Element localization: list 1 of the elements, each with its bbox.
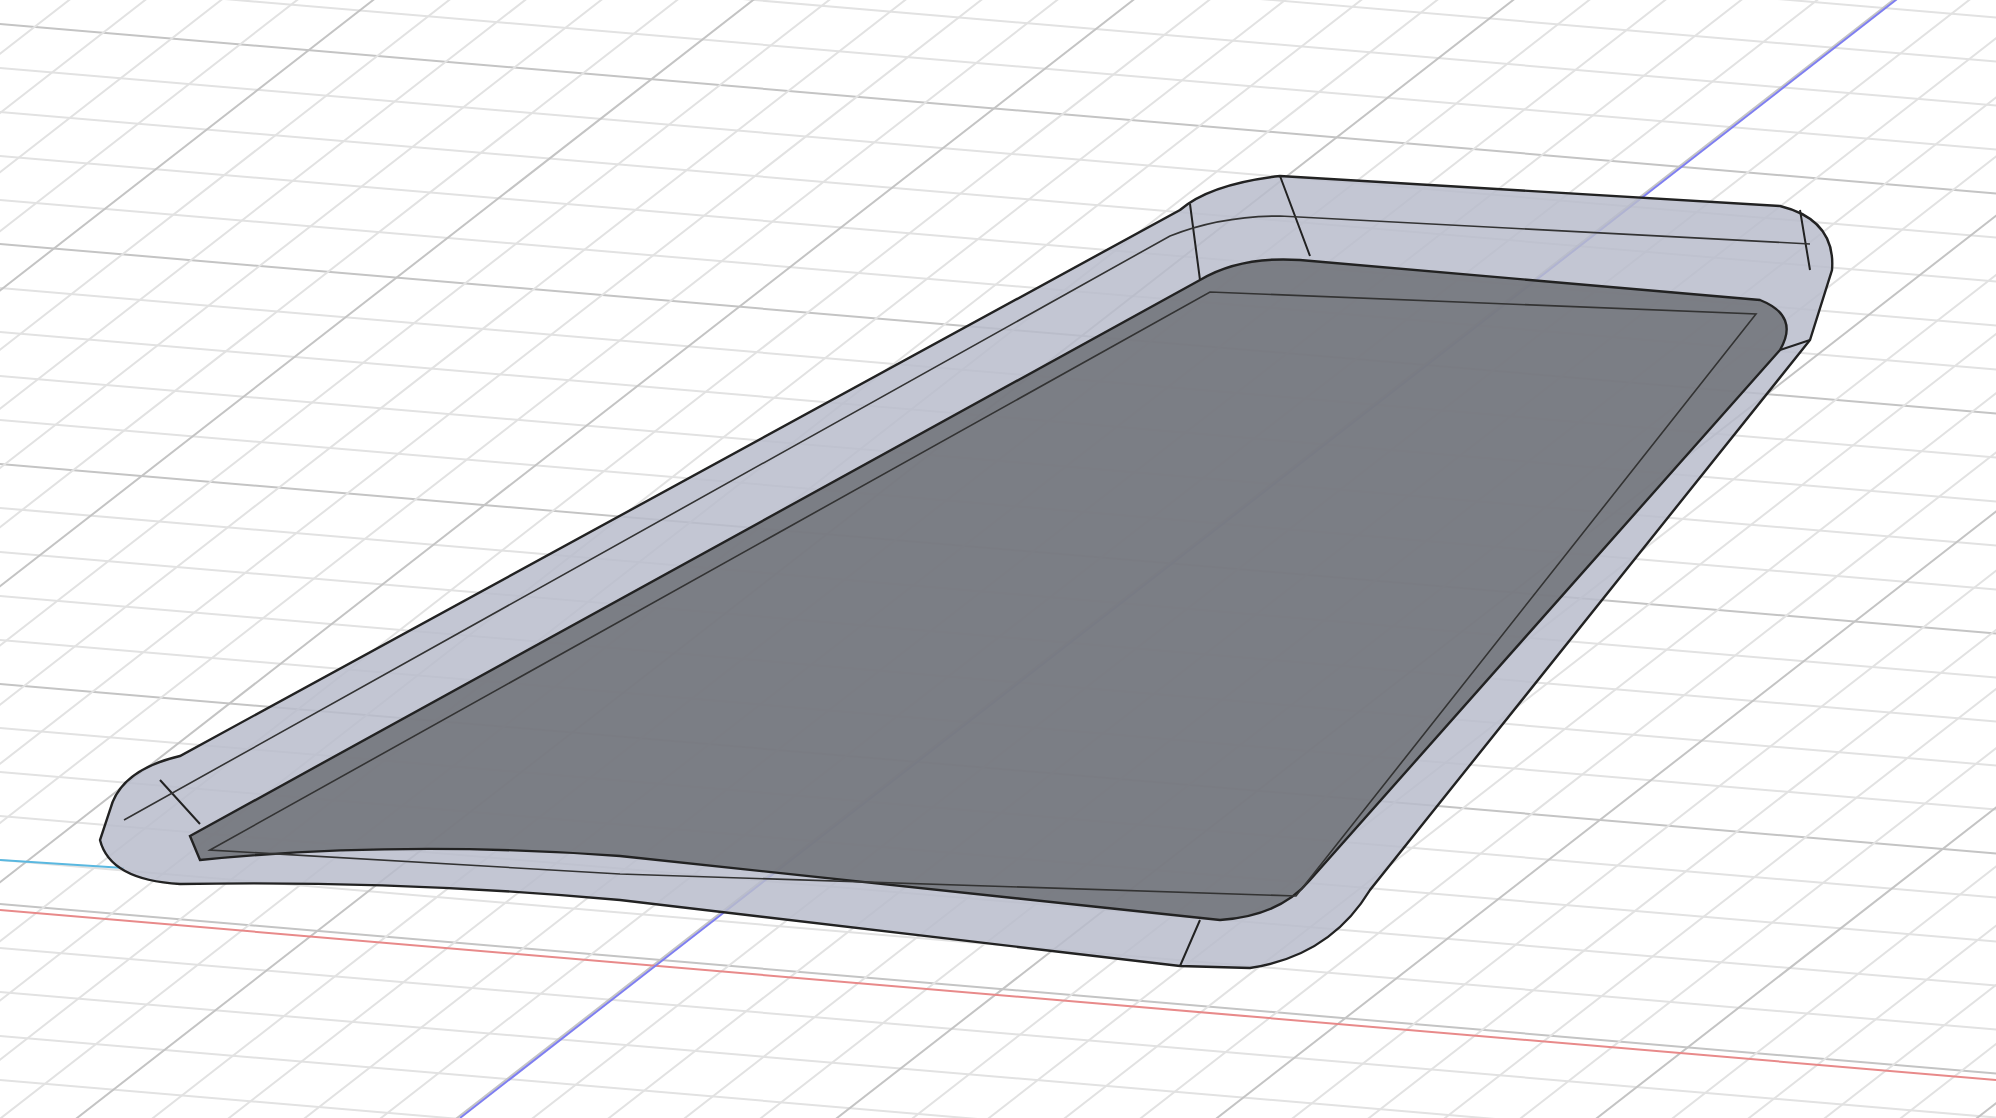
- z-axis-line: [0, 859, 125, 869]
